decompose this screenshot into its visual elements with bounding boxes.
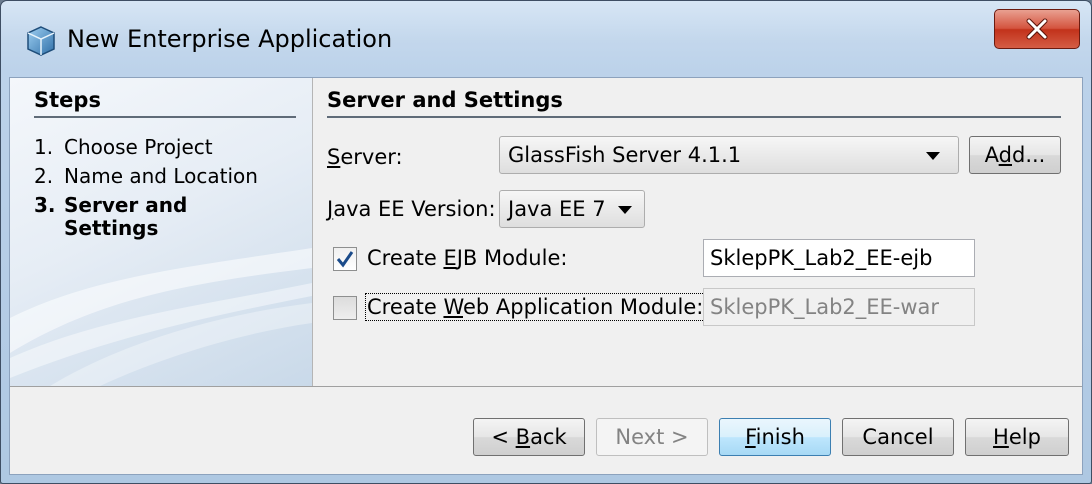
dialog-window: New Enterprise Application Steps 1. Choos… bbox=[0, 0, 1092, 484]
steps-panel: Steps 1. Choose Project 2. Name and Locati… bbox=[10, 78, 312, 386]
next-button[interactable]: Next > bbox=[596, 418, 708, 456]
server-label: Server: bbox=[327, 145, 403, 169]
chevron-down-icon bbox=[618, 206, 632, 214]
footer-divider bbox=[10, 386, 1082, 387]
close-icon bbox=[1026, 18, 1048, 40]
server-dropdown[interactable]: GlassFish Server 4.1.1 bbox=[499, 136, 959, 174]
java-ee-version-dropdown[interactable]: Java EE 7 bbox=[499, 190, 645, 228]
step-label-continued: Settings bbox=[64, 216, 159, 240]
finish-button[interactable]: Finish bbox=[719, 418, 831, 456]
ejb-module-name-field[interactable]: SklepPK_Lab2_EE-ejb bbox=[703, 239, 975, 277]
help-button[interactable]: Help bbox=[965, 418, 1069, 456]
web-module-checkbox[interactable] bbox=[333, 296, 357, 320]
step-number: 3. bbox=[34, 193, 56, 217]
java-ee-version-label: Java EE Version: bbox=[327, 197, 496, 221]
panel-divider bbox=[327, 116, 1061, 118]
enterprise-app-icon bbox=[27, 26, 55, 56]
steps-heading: Steps bbox=[34, 88, 101, 112]
step-label: Name and Location bbox=[64, 164, 258, 188]
title-bar[interactable]: New Enterprise Application bbox=[1, 1, 1091, 77]
cancel-button[interactable]: Cancel bbox=[842, 418, 954, 456]
step-label: Server and bbox=[64, 193, 188, 217]
step-label: Choose Project bbox=[64, 135, 213, 159]
chevron-down-icon bbox=[926, 152, 940, 160]
ejb-module-label[interactable]: Create EJB Module: bbox=[367, 246, 567, 270]
web-module-label[interactable]: Create Web Application Module: bbox=[364, 293, 706, 321]
back-button[interactable]: < Back bbox=[473, 418, 585, 456]
window-title: New Enterprise Application bbox=[67, 25, 393, 53]
add-server-button[interactable]: Add... bbox=[969, 136, 1061, 174]
dialog-content: Steps 1. Choose Project 2. Name and Locati… bbox=[9, 77, 1083, 475]
steps-divider bbox=[34, 116, 296, 118]
checkmark-icon bbox=[336, 251, 354, 268]
java-ee-version-value: Java EE 7 bbox=[508, 197, 606, 221]
step-number: 2. bbox=[34, 164, 54, 188]
web-module-name-field[interactable]: SklepPK_Lab2_EE-war bbox=[703, 288, 975, 326]
ejb-module-checkbox[interactable] bbox=[333, 247, 357, 271]
step-number: 1. bbox=[34, 135, 54, 159]
step-item-2: 2. Name and Location bbox=[34, 165, 258, 188]
step-item-3-current: 3. Server and Settings bbox=[34, 194, 187, 240]
server-settings-panel: Server and Settings Server: GlassFish Se… bbox=[313, 78, 1083, 386]
close-button[interactable] bbox=[994, 9, 1080, 49]
step-item-1: 1. Choose Project bbox=[34, 136, 213, 159]
panel-heading: Server and Settings bbox=[327, 88, 563, 112]
server-value: GlassFish Server 4.1.1 bbox=[508, 143, 742, 167]
